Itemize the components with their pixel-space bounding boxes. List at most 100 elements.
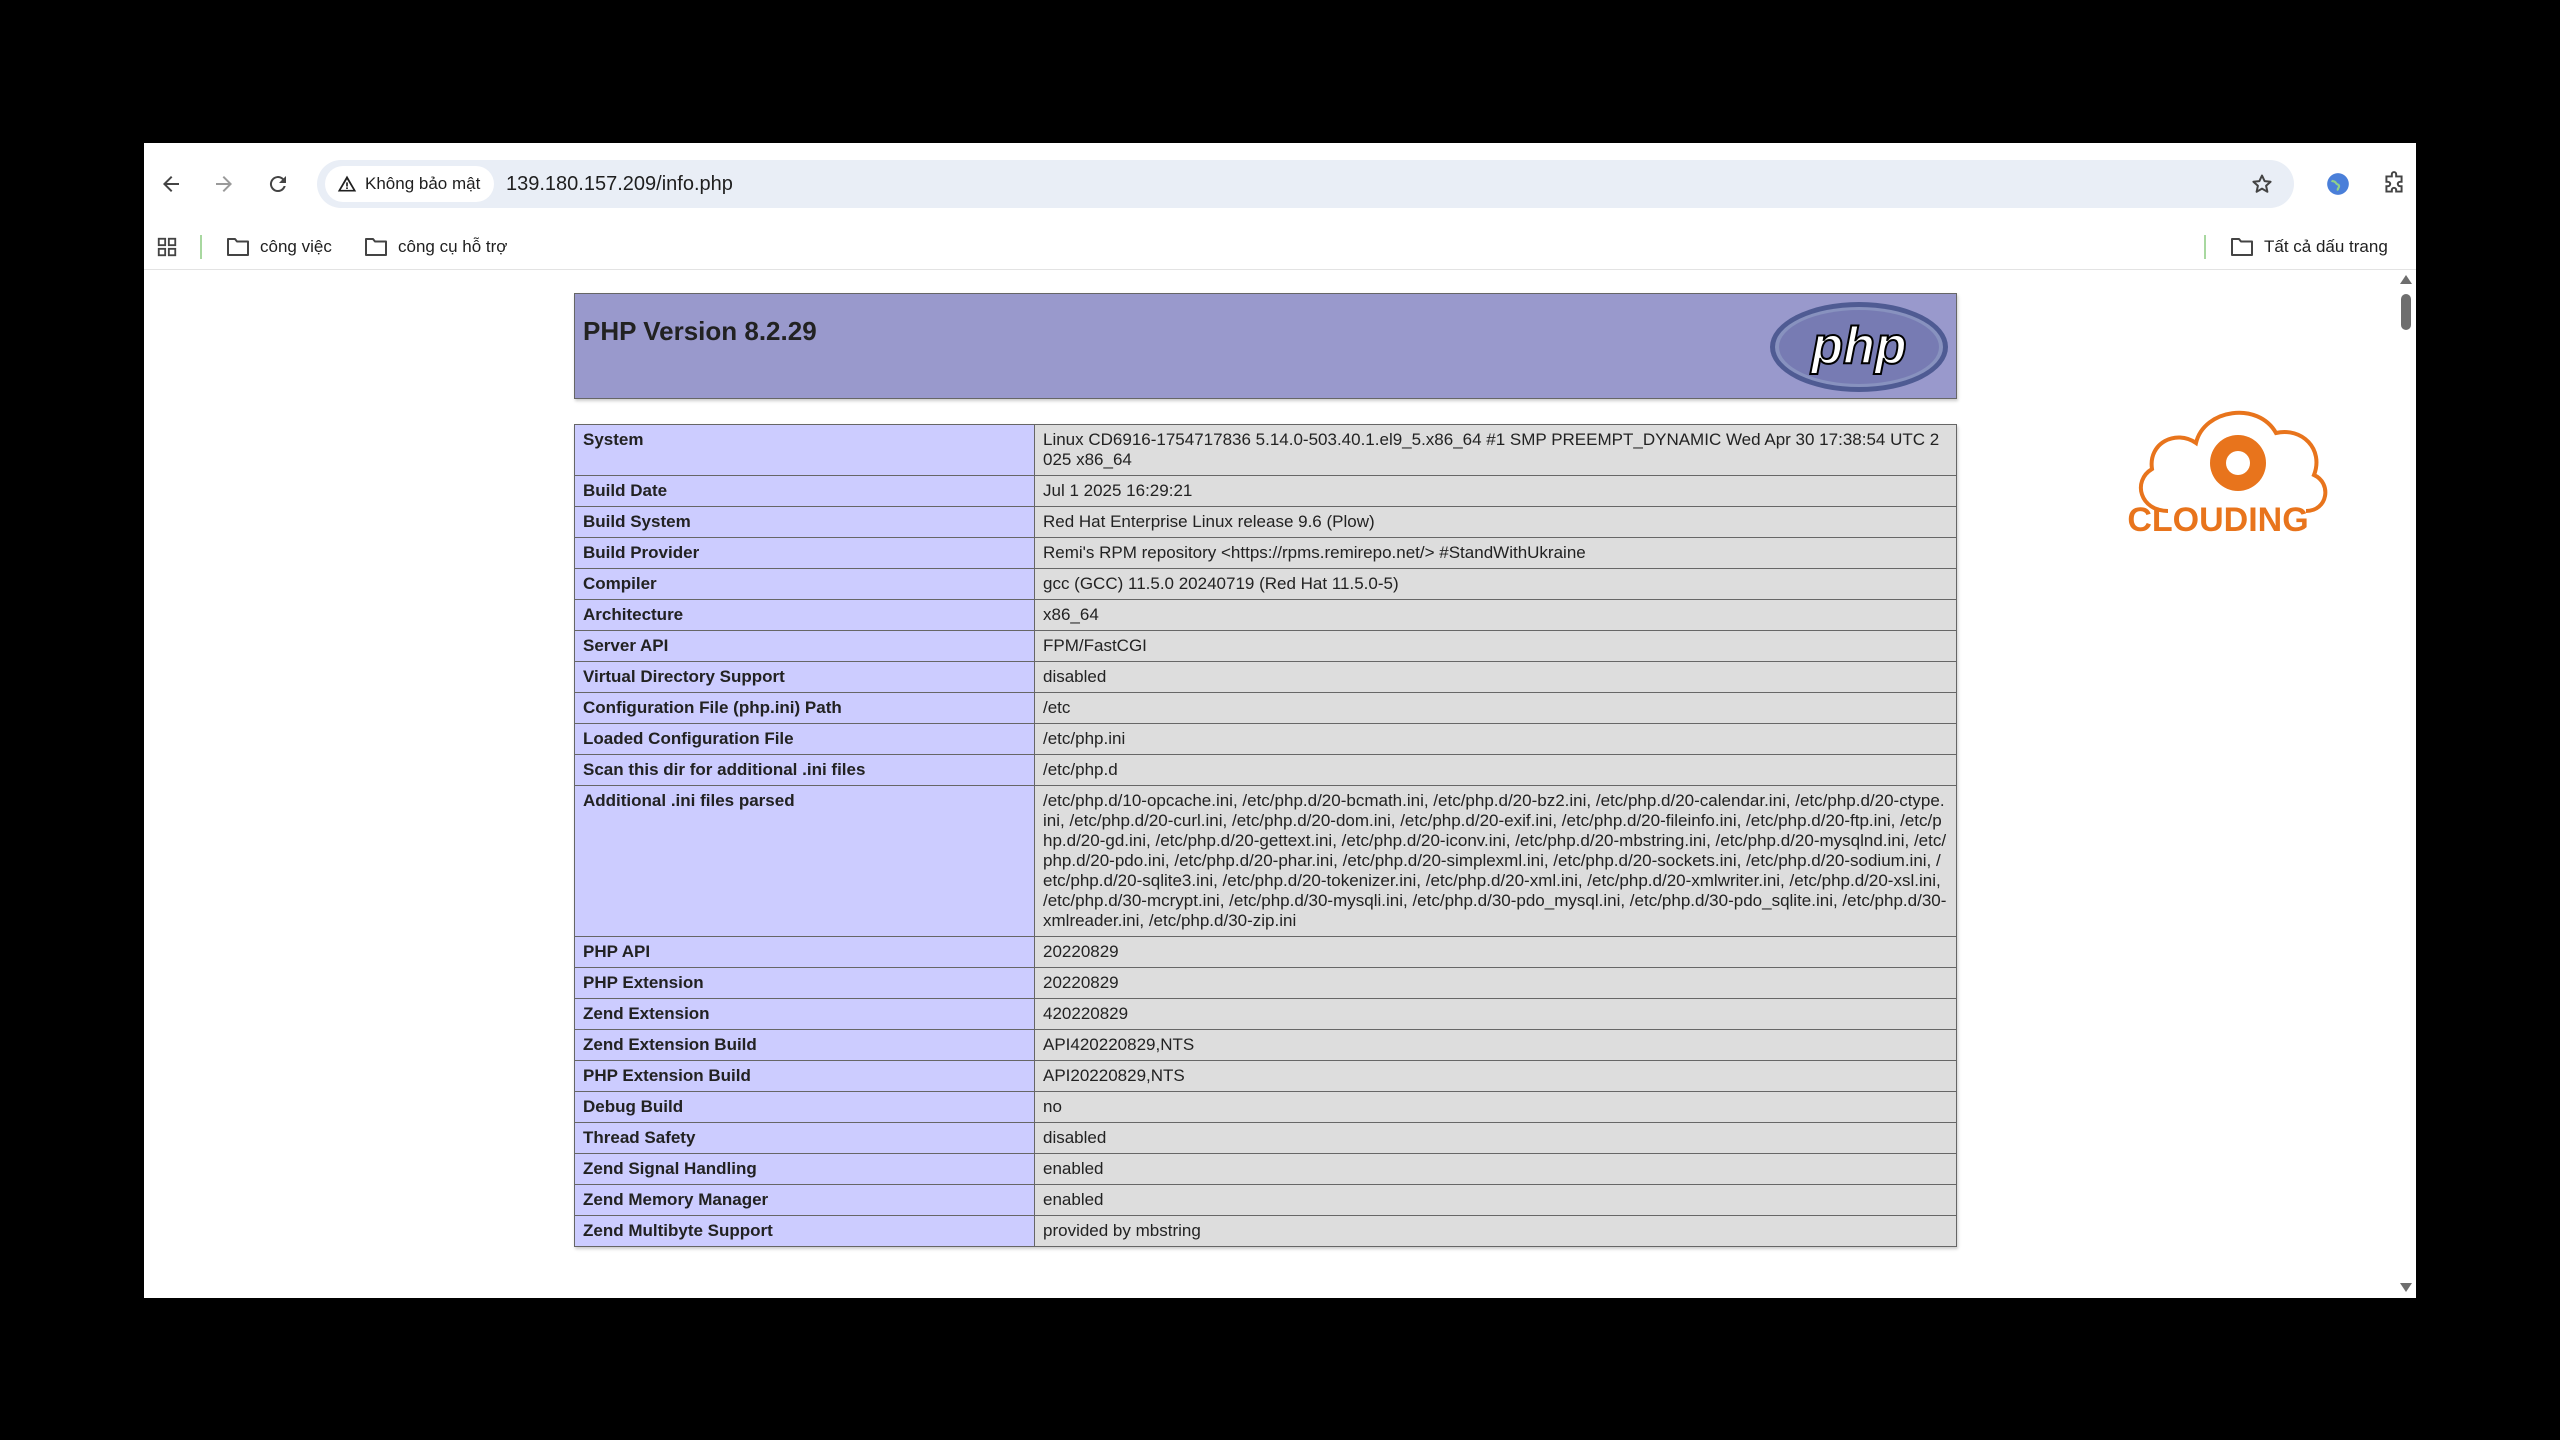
row-value: enabled (1034, 1153, 1957, 1185)
row-value: /etc/php.ini (1034, 723, 1957, 755)
row-key: Configuration File (php.ini) Path (574, 692, 1035, 724)
row-key: PHP Extension (574, 967, 1035, 999)
table-row: Zend Multibyte Support provided by mbstri… (574, 1215, 1957, 1247)
row-key: PHP API (574, 936, 1035, 968)
all-bookmarks-label: Tất cả dấu trang (2264, 237, 2388, 256)
row-key: Build Provider (574, 537, 1035, 569)
row-value: x86_64 (1034, 599, 1957, 631)
arrow-left-icon (163, 176, 179, 192)
reload-button[interactable] (258, 164, 298, 204)
browser-window: Không bảo mật 139.180.157.209/info.php c… (144, 143, 2416, 1298)
security-indicator[interactable]: Không bảo mật (325, 166, 495, 202)
bookmark-star-button[interactable] (2248, 170, 2276, 198)
row-key: Scan this dir for additional .ini files (574, 754, 1035, 786)
row-value: 20220829 (1034, 936, 1957, 968)
table-row: Build Date Jul 1 2025 16:29:21 (574, 475, 1957, 507)
extensions-button[interactable] (2374, 164, 2414, 204)
php-version-header: PHP Version 8.2.29 php (574, 293, 1957, 399)
row-value: gcc (GCC) 11.5.0 20240719 (Red Hat 11.5.… (1034, 568, 1957, 600)
row-value: 420220829 (1034, 998, 1957, 1030)
row-key: Virtual Directory Support (574, 661, 1035, 693)
page-title: PHP Version 8.2.29 (583, 316, 817, 346)
address-bar[interactable]: Không bảo mật 139.180.157.209/info.php (317, 160, 2294, 208)
row-value: disabled (1034, 1122, 1957, 1154)
all-bookmarks-button[interactable]: Tất cả dấu trang (2230, 225, 2388, 269)
php-info-table: System Linux CD6916-1754717836 5.14.0-503… (574, 424, 1957, 1247)
browser-toolbar: Không bảo mật 139.180.157.209/info.php (144, 143, 2416, 225)
apps-button[interactable] (156, 225, 178, 269)
folder-icon (365, 238, 387, 256)
reload-icon (269, 176, 286, 193)
row-value: enabled (1034, 1184, 1957, 1216)
row-key: Zend Extension (574, 998, 1035, 1030)
row-value: /etc/php.d (1034, 754, 1957, 786)
table-row: Zend Extension 420220829 (574, 998, 1957, 1030)
row-value: Linux CD6916-1754717836 5.14.0-503.40.1.… (1034, 424, 1957, 476)
table-row: PHP API 20220829 (574, 936, 1957, 968)
url-text[interactable]: 139.180.157.209/info.php (506, 160, 733, 208)
php-logo[interactable]: php (1768, 300, 1950, 394)
table-row: Scan this dir for additional .ini files /… (574, 754, 1957, 786)
clouding-logo-text: CLOUDING (2127, 501, 2308, 539)
globe-icon (2327, 173, 2349, 195)
table-row: Additional .ini files parsed/etc/php.d/1… (574, 785, 1957, 937)
page-content: PHP Version 8.2.29 php System Linux CD691… (144, 270, 2416, 1298)
bookmark-folder-cong-cu-ho-tro[interactable]: công cụ hỗ trợ (364, 225, 507, 269)
php-logo-text: php (1809, 317, 1906, 375)
row-value: 20220829 (1034, 967, 1957, 999)
row-key: Loaded Configuration File (574, 723, 1035, 755)
row-key: Debug Build (574, 1091, 1035, 1123)
row-value: /etc (1034, 692, 1957, 724)
table-row: PHP Extension Build API20220829,NTS (574, 1060, 1957, 1092)
folder-icon (2231, 238, 2253, 256)
table-row: Build System Red Hat Enterprise Linux rel… (574, 506, 1957, 538)
folder-icon (227, 238, 249, 256)
row-value: provided by mbstring (1034, 1215, 1957, 1247)
apps-grid-icon (157, 237, 177, 257)
forward-button[interactable] (204, 164, 244, 204)
row-key: Zend Multibyte Support (574, 1215, 1035, 1247)
vertical-scrollbar[interactable] (2394, 270, 2416, 1298)
bookmarks-bar: công việc công cụ hỗ trợ Tất cả dấu tran… (144, 225, 2416, 270)
row-value: Red Hat Enterprise Linux release 9.6 (Pl… (1034, 506, 1957, 538)
security-label: Không bảo mật (365, 174, 481, 193)
row-value: no (1034, 1091, 1957, 1123)
scroll-thumb[interactable] (2401, 294, 2411, 330)
row-key: Additional .ini files parsed (574, 785, 1035, 937)
row-key: PHP Extension Build (574, 1060, 1035, 1092)
bookmark-separator (2204, 235, 2206, 259)
row-key: Compiler (574, 568, 1035, 600)
table-row: Zend Extension Build API420220829,NTS (574, 1029, 1957, 1061)
row-key: Server API (574, 630, 1035, 662)
row-key: Thread Safety (574, 1122, 1035, 1154)
bookmark-label: công việc (260, 237, 332, 256)
warning-icon (337, 175, 357, 192)
row-value: API420220829,NTS (1034, 1029, 1957, 1061)
row-value: /etc/php.d/10-opcache.ini, /etc/php.d/20… (1034, 785, 1957, 937)
table-row: Loaded Configuration File/etc/php.ini (574, 723, 1957, 755)
row-value: Jul 1 2025 16:29:21 (1034, 475, 1957, 507)
star-icon (2252, 174, 2272, 193)
row-key: Build Date (574, 475, 1035, 507)
row-key: Build System (574, 506, 1035, 538)
extension-globe-button[interactable] (2318, 164, 2358, 204)
row-key: Architecture (574, 599, 1035, 631)
table-row: Configuration File (php.ini) Path/etc (574, 692, 1957, 724)
bookmark-folder-cong-viec[interactable]: công việc (226, 225, 332, 269)
row-value: FPM/FastCGI (1034, 630, 1957, 662)
table-row: Compiler gcc (GCC) 11.5.0 20240719 (Red H… (574, 568, 1957, 600)
scroll-up-icon[interactable] (2400, 275, 2412, 284)
row-key: Zend Signal Handling (574, 1153, 1035, 1185)
clouding-logo: CLOUDING (2127, 410, 2328, 539)
row-key: Zend Memory Manager (574, 1184, 1035, 1216)
arrow-right-icon (216, 176, 232, 192)
table-row: Server API FPM/FastCGI (574, 630, 1957, 662)
bookmark-label: công cụ hỗ trợ (398, 237, 508, 256)
row-key: Zend Extension Build (574, 1029, 1035, 1061)
table-row: Architecture x86_64 (574, 599, 1957, 631)
row-value: API20220829,NTS (1034, 1060, 1957, 1092)
back-button[interactable] (151, 164, 191, 204)
table-row: System Linux CD6916-1754717836 5.14.0-503… (574, 424, 1957, 476)
row-key: System (574, 424, 1035, 476)
scroll-down-icon[interactable] (2400, 1283, 2412, 1292)
